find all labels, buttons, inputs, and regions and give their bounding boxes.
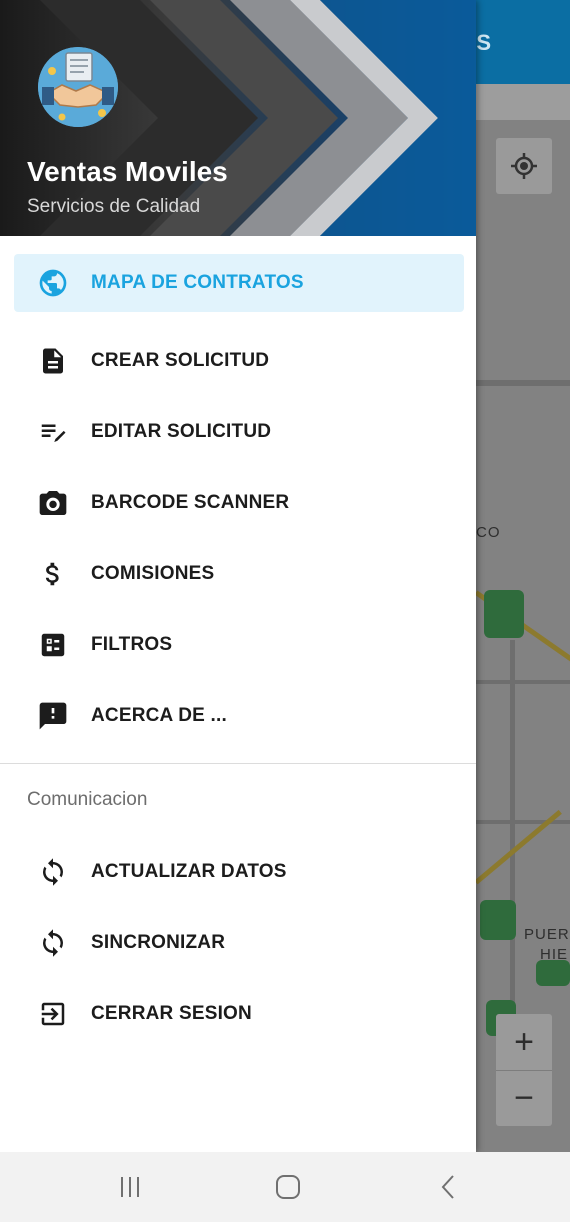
system-navigation-bar: [0, 1152, 570, 1222]
menu-item-crear-solicitud[interactable]: CREAR SOLICITUD: [0, 325, 476, 396]
feedback-icon: [36, 699, 70, 733]
recent-apps-icon: [121, 1177, 139, 1197]
zoom-out-button[interactable]: −: [496, 1070, 552, 1126]
zoom-in-button[interactable]: +: [496, 1014, 552, 1070]
zoom-controls: + −: [496, 1014, 552, 1126]
back-chevron-icon: [441, 1175, 454, 1199]
drawer-app-subtitle: Servicios de Calidad: [27, 196, 201, 217]
menu-item-acerca-de[interactable]: ACERCA DE ...: [0, 680, 476, 751]
menu-item-editar-solicitud[interactable]: EDITAR SOLICITUD: [0, 396, 476, 467]
menu-item-label: SINCRONIZAR: [91, 931, 226, 953]
menu-item-label: MAPA DE CONTRATOS: [91, 272, 304, 293]
menu-item-label: ACERCA DE ...: [91, 704, 227, 726]
dollar-icon: [36, 557, 70, 591]
menu-item-comisiones[interactable]: COMISIONES: [0, 538, 476, 609]
map-place-label: HIE: [540, 946, 569, 963]
sync-icon: [36, 926, 70, 960]
drawer-app-title: Ventas Moviles: [27, 156, 228, 187]
menu-item-actualizar-datos[interactable]: ACTUALIZAR DATOS: [0, 836, 476, 907]
exit-icon: [36, 997, 70, 1031]
drawer-header: Ventas Moviles Servicios de Calidad: [0, 0, 476, 236]
list-alt-icon: [36, 628, 70, 662]
my-location-button[interactable]: [496, 138, 552, 194]
sync-icon: [36, 855, 70, 889]
menu-item-barcode-scanner[interactable]: BARCODE SCANNER: [0, 467, 476, 538]
back-button[interactable]: [430, 1172, 466, 1202]
recent-apps-button[interactable]: [112, 1172, 148, 1202]
menu-item-cerrar-sesion[interactable]: CERRAR SESION: [0, 978, 476, 1049]
menu-item-label: BARCODE SCANNER: [91, 491, 290, 513]
edit-list-icon: [36, 415, 70, 449]
map-place-label: PUER: [524, 926, 570, 943]
app-logo-avatar: [38, 47, 118, 127]
menu-item-label: CERRAR SESION: [91, 1002, 252, 1024]
document-icon: [36, 344, 70, 378]
map-place-label: CO: [476, 524, 501, 541]
crosshair-icon: [511, 153, 537, 179]
menu-item-label: ACTUALIZAR DATOS: [91, 860, 287, 882]
menu-item-label: CREAR SOLICITUD: [91, 349, 270, 371]
menu-item-label: COMISIONES: [91, 562, 215, 584]
menu-item-mapa-de-contratos[interactable]: MAPA DE CONTRATOS: [14, 254, 464, 312]
menu-item-label: EDITAR SOLICITUD: [91, 420, 272, 442]
menu-item-filtros[interactable]: FILTROS: [0, 609, 476, 680]
camera-icon: [36, 486, 70, 520]
globe-icon: [36, 266, 70, 300]
section-header-comunicacion: Comunicacion: [27, 789, 148, 810]
menu-item-label: FILTROS: [91, 633, 173, 655]
home-icon: [276, 1175, 300, 1199]
handshake-logo: [38, 47, 118, 127]
drawer-menu: MAPA DE CONTRATOS CREAR SOLICITUD EDITAR…: [0, 236, 476, 1049]
map-app-title: S: [476, 30, 492, 55]
home-button[interactable]: [270, 1172, 306, 1202]
navigation-drawer: Ventas Moviles Servicios de Calidad MAPA…: [0, 0, 476, 1152]
menu-item-sincronizar[interactable]: SINCRONIZAR: [0, 907, 476, 978]
